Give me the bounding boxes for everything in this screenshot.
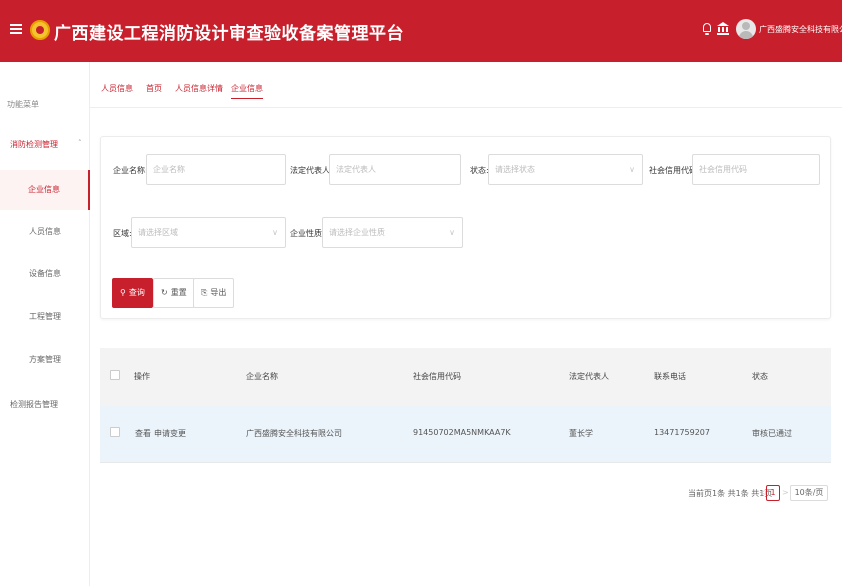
region-placeholder: 请选择区域 <box>138 228 178 237</box>
tab-personnel-detail[interactable]: 人员信息详情 <box>175 83 223 94</box>
row-checkbox[interactable] <box>110 427 120 437</box>
app-title: 广西建设工程消防设计审查验收备案管理平台 <box>54 24 404 44</box>
tab-home[interactable]: 首页 <box>146 83 162 94</box>
row-phone: 13471759207 <box>654 428 710 437</box>
chevron-up-icon: ˄ <box>78 139 82 147</box>
company-name-input[interactable]: 企业名称 <box>146 154 286 185</box>
table-header: 操作 企业名称 社会信用代码 法定代表人 联系电话 状态 <box>100 348 831 406</box>
company-type-placeholder: 请选择企业性质 <box>329 228 385 237</box>
search-button[interactable]: ⚲ 查询 <box>112 278 153 308</box>
row-status: 审核已通过 <box>752 429 792 438</box>
sidebar-item-project-management[interactable]: 工程管理 <box>0 297 90 337</box>
search-button-label: 查询 <box>128 288 145 297</box>
top-header: 广西建设工程消防设计审查验收备案管理平台 广西盛腾安全科技有限公司 <box>0 0 842 62</box>
status-select[interactable]: 请选择状态 ∨ <box>488 154 643 185</box>
row-credit-code: 91450702MA5NMKAA7K <box>413 428 511 437</box>
column-header-company: 企业名称 <box>246 372 278 381</box>
sidebar-group-report-management[interactable]: 检测报告管理 <box>10 399 58 410</box>
institution-icon[interactable] <box>717 22 729 35</box>
reset-icon: ↻ <box>161 288 168 297</box>
chevron-down-icon: ∨ <box>629 165 635 174</box>
status-label: 状态: <box>470 166 489 175</box>
chevron-down-icon: ∨ <box>272 228 278 237</box>
user-avatar[interactable] <box>736 19 756 39</box>
sidebar-item-plan-management[interactable]: 方案管理 <box>0 340 90 380</box>
region-select[interactable]: 请选择区域 ∨ <box>131 217 286 248</box>
tab-company-info[interactable]: 企业信息 <box>231 83 263 99</box>
status-placeholder: 请选择状态 <box>495 165 535 174</box>
sidebar-item-equipment-info[interactable]: 设备信息 <box>0 254 90 294</box>
notification-bell-icon[interactable] <box>702 22 712 36</box>
column-header-status: 状态 <box>752 372 768 381</box>
page-number-1[interactable]: 1 <box>766 485 780 501</box>
company-type-label: 企业性质: <box>290 229 325 238</box>
apply-change-link[interactable]: 申请变更 <box>154 428 186 439</box>
sidebar-item-company-info[interactable]: 企业信息 <box>0 170 90 210</box>
credit-code-input[interactable]: 社会信用代码 <box>692 154 820 185</box>
legal-rep-label: 法定代表人: <box>290 166 333 175</box>
tab-personnel-info[interactable]: 人员信息 <box>101 83 133 94</box>
prev-page-button[interactable]: < <box>759 488 766 497</box>
column-header-phone: 联系电话 <box>654 372 686 381</box>
chevron-down-icon: ∨ <box>449 228 455 237</box>
filter-panel: 企业名称: 企业名称 法定代表人: 法定代表人 状态: 请选择状态 ∨ 社会信用… <box>100 136 831 319</box>
user-company-name[interactable]: 广西盛腾安全科技有限公司 <box>759 24 842 35</box>
sidebar-group-fire-testing[interactable]: 消防检测管理 ˄ <box>10 139 85 150</box>
legal-rep-input[interactable]: 法定代表人 <box>329 154 461 185</box>
region-label: 区域: <box>113 229 132 238</box>
page-size-select[interactable]: 10条/页 <box>790 485 828 501</box>
row-legal-rep: 董长学 <box>569 429 593 438</box>
reset-button-label: 重置 <box>170 288 187 297</box>
select-all-checkbox[interactable] <box>110 370 120 380</box>
company-name-label: 企业名称: <box>113 166 148 175</box>
reset-button[interactable]: ↻ 重置 <box>153 278 195 308</box>
view-link[interactable]: 查看 <box>135 428 151 439</box>
column-header-legal-rep: 法定代表人 <box>569 372 609 381</box>
column-header-actions: 操作 <box>134 372 150 381</box>
export-button[interactable]: ⎘ 导出 <box>193 278 235 308</box>
tab-bar: 人员信息 首页 人员信息详情 企业信息 <box>90 62 842 108</box>
sidebar: 功能菜单 消防检测管理 ˄ 企业信息 人员信息 设备信息 工程管理 方案管理 检… <box>0 62 90 586</box>
menu-toggle-icon[interactable] <box>10 24 22 34</box>
row-company: 广西盛腾安全科技有限公司 <box>246 429 342 438</box>
export-button-label: 导出 <box>210 288 227 297</box>
emblem-logo-icon <box>30 20 50 40</box>
sidebar-item-personnel-info[interactable]: 人员信息 <box>0 212 90 252</box>
sidebar-menu-title: 功能菜单 <box>7 100 39 109</box>
company-type-select[interactable]: 请选择企业性质 ∨ <box>322 217 463 248</box>
next-page-button[interactable]: > <box>782 488 789 497</box>
search-icon: ⚲ <box>120 288 126 297</box>
sidebar-group-label: 消防检测管理 <box>10 140 58 149</box>
table-row: 查看 申请变更 广西盛腾安全科技有限公司 91450702MA5NMKAA7K … <box>100 406 831 463</box>
export-icon: ⎘ <box>201 288 208 297</box>
column-header-credit-code: 社会信用代码 <box>413 372 461 381</box>
